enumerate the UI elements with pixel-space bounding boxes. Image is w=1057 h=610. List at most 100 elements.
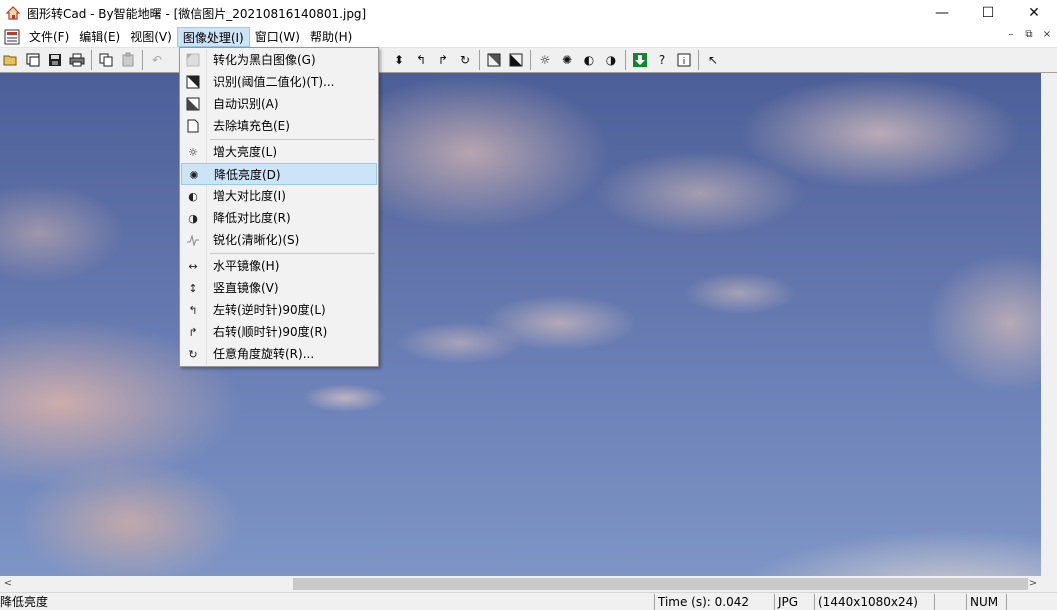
rotate-right-icon: ↱ — [188, 325, 198, 339]
menu-item-rotate-any[interactable]: ↻ 任意角度旋转(R)... — [181, 343, 377, 365]
toolbar-separator — [479, 50, 480, 70]
status-dimensions: (1440x1080x24) — [814, 594, 934, 610]
threshold-icon — [185, 74, 201, 90]
status-time: Time (s): 0.042 — [654, 594, 772, 610]
minimize-button[interactable]: — — [919, 0, 965, 26]
sharpen-icon — [185, 232, 201, 248]
increase-contrast-icon[interactable]: ◐ — [578, 49, 600, 71]
paste-icon[interactable] — [117, 49, 139, 71]
toolbar-separator — [530, 50, 531, 70]
status-blank-2 — [1006, 594, 1057, 610]
mdi-close-button[interactable]: × — [1039, 29, 1055, 44]
menu-file[interactable]: 文件(F) — [24, 27, 74, 47]
horizontal-scrollbar[interactable]: < > — [0, 576, 1041, 592]
menu-item-label: 任意角度旋转(R)... — [213, 347, 315, 361]
image-processing-dropdown: 转化为黑白图像(G) 识别(阈值二值化)(T)... 自动识别(A) 去除填充色… — [179, 47, 379, 367]
menu-item-increase-brightness[interactable]: ☼ 增大亮度(L) — [181, 141, 377, 163]
new-window-icon[interactable] — [22, 49, 44, 71]
decrease-brightness-icon[interactable]: ✺ — [556, 49, 578, 71]
menu-item-sharpen[interactable]: 锐化(清晰化)(S) — [181, 229, 377, 251]
menu-item-label: 降低亮度(D) — [214, 168, 281, 182]
menu-item-mirror-vertical[interactable]: ↕ 竖直镜像(V) — [181, 277, 377, 299]
scroll-left-arrow-icon[interactable]: < — [0, 576, 16, 592]
rotate-left-icon: ↰ — [188, 303, 198, 317]
menu-help[interactable]: 帮助(H) — [305, 27, 357, 47]
auto-recognize-icon — [185, 96, 201, 112]
remove-fill-icon — [185, 118, 201, 134]
horizontal-scroll-thumb[interactable] — [293, 578, 1028, 590]
increase-brightness-icon[interactable]: ☼ — [534, 49, 556, 71]
menu-bar: 文件(F) 编辑(E) 视图(V) 图像处理(I) 窗口(W) 帮助(H) – … — [0, 26, 1057, 48]
menu-item-label: 转化为黑白图像(G) — [213, 53, 316, 67]
status-message: 降低亮度 — [0, 595, 49, 609]
document-icon[interactable] — [3, 28, 21, 46]
copy-icon[interactable] — [95, 49, 117, 71]
menu-separator — [210, 139, 375, 140]
menu-item-threshold[interactable]: 识别(阈值二值化)(T)... — [181, 71, 377, 93]
menu-item-decrease-brightness[interactable]: ✺ 降低亮度(D) — [181, 163, 377, 185]
menu-item-label: 水平镜像(H) — [213, 259, 280, 273]
menu-item-mirror-horizontal[interactable]: ↔ 水平镜像(H) — [181, 255, 377, 277]
binarize-icon[interactable] — [483, 49, 505, 71]
info-icon[interactable]: i — [673, 49, 695, 71]
auto-recognize-icon[interactable] — [505, 49, 527, 71]
menu-image-processing[interactable]: 图像处理(I) — [176, 26, 250, 47]
close-button[interactable]: ✕ — [1011, 0, 1057, 26]
menu-item-label: 自动识别(A) — [213, 97, 279, 111]
window-title: 图形转Cad - By智能地曙 - [微信图片_20210816140801.j… — [27, 6, 367, 21]
menu-view[interactable]: 视图(V) — [125, 27, 177, 47]
maximize-button[interactable]: ☐ — [965, 0, 1011, 26]
status-blank — [934, 594, 966, 610]
menu-item-decrease-contrast[interactable]: ◑ 降低对比度(R) — [181, 207, 377, 229]
mdi-restore-button[interactable]: ⧉ — [1021, 29, 1037, 44]
scroll-right-arrow-icon[interactable]: > — [1025, 576, 1041, 592]
status-format: JPG — [774, 594, 814, 610]
menu-item-label: 增大亮度(L) — [213, 145, 278, 159]
menu-item-grayscale[interactable]: 转化为黑白图像(G) — [181, 49, 377, 71]
mdi-minimize-button[interactable]: – — [1003, 29, 1019, 44]
menu-item-label: 锐化(清晰化)(S) — [213, 233, 300, 247]
rotate-left-icon[interactable]: ↰ — [410, 49, 432, 71]
menu-item-label: 识别(阈值二值化)(T)... — [213, 75, 335, 89]
increase-brightness-icon: ☼ — [188, 145, 198, 159]
save-icon[interactable] — [44, 49, 66, 71]
increase-contrast-icon: ◐ — [188, 189, 198, 203]
menu-edit[interactable]: 编辑(E) — [74, 27, 125, 47]
status-bar: 降低亮度 Time (s): 0.042 JPG (1440x1080x24) … — [0, 592, 1057, 610]
decrease-contrast-icon: ◑ — [188, 211, 198, 225]
toolbar-separator — [142, 50, 143, 70]
svg-text:i: i — [683, 57, 686, 67]
help-icon[interactable]: ? — [651, 49, 673, 71]
menu-item-label: 左转(逆时针)90度(L) — [213, 303, 326, 317]
print-icon[interactable] — [66, 49, 88, 71]
menu-item-rotate-left[interactable]: ↰ 左转(逆时针)90度(L) — [181, 299, 377, 321]
rotate-any-icon: ↻ — [188, 347, 198, 361]
rotate-right-icon[interactable]: ↱ — [432, 49, 454, 71]
image-canvas[interactable] — [0, 73, 1041, 576]
decrease-contrast-icon[interactable]: ◑ — [600, 49, 622, 71]
menu-item-label: 去除填充色(E) — [213, 119, 290, 133]
app-home-icon — [5, 5, 21, 21]
menu-item-rotate-right[interactable]: ↱ 右转(顺时针)90度(R) — [181, 321, 377, 343]
grayscale-icon — [185, 52, 201, 68]
pointer-icon[interactable]: ↖ — [702, 49, 724, 71]
menu-item-remove-fill[interactable]: 去除填充色(E) — [181, 115, 377, 137]
menu-item-label: 增大对比度(I) — [213, 189, 286, 203]
menu-item-increase-contrast[interactable]: ◐ 增大对比度(I) — [181, 185, 377, 207]
open-folder-icon[interactable] — [0, 49, 22, 71]
download-icon[interactable] — [629, 49, 651, 71]
menu-item-label: 竖直镜像(V) — [213, 281, 279, 295]
toolbar: ↶ ⬍ ↰ ↱ ↻ ☼ ✺ ◐ ◑ ? i ↖ — [0, 48, 1057, 73]
scroll-corner — [1041, 576, 1057, 592]
undo-icon[interactable]: ↶ — [146, 49, 168, 71]
convert-icon[interactable]: ⬍ — [388, 49, 410, 71]
toolbar-separator — [91, 50, 92, 70]
mirror-vertical-icon: ↕ — [188, 281, 198, 295]
menu-item-auto-recognize[interactable]: 自动识别(A) — [181, 93, 377, 115]
rotate-any-icon[interactable]: ↻ — [454, 49, 476, 71]
vertical-scrollbar[interactable] — [1041, 73, 1057, 576]
menu-window[interactable]: 窗口(W) — [250, 27, 305, 47]
menu-item-label: 右转(顺时针)90度(R) — [213, 325, 328, 339]
menu-item-label: 降低对比度(R) — [213, 211, 291, 225]
decrease-brightness-icon: ✺ — [189, 168, 199, 182]
